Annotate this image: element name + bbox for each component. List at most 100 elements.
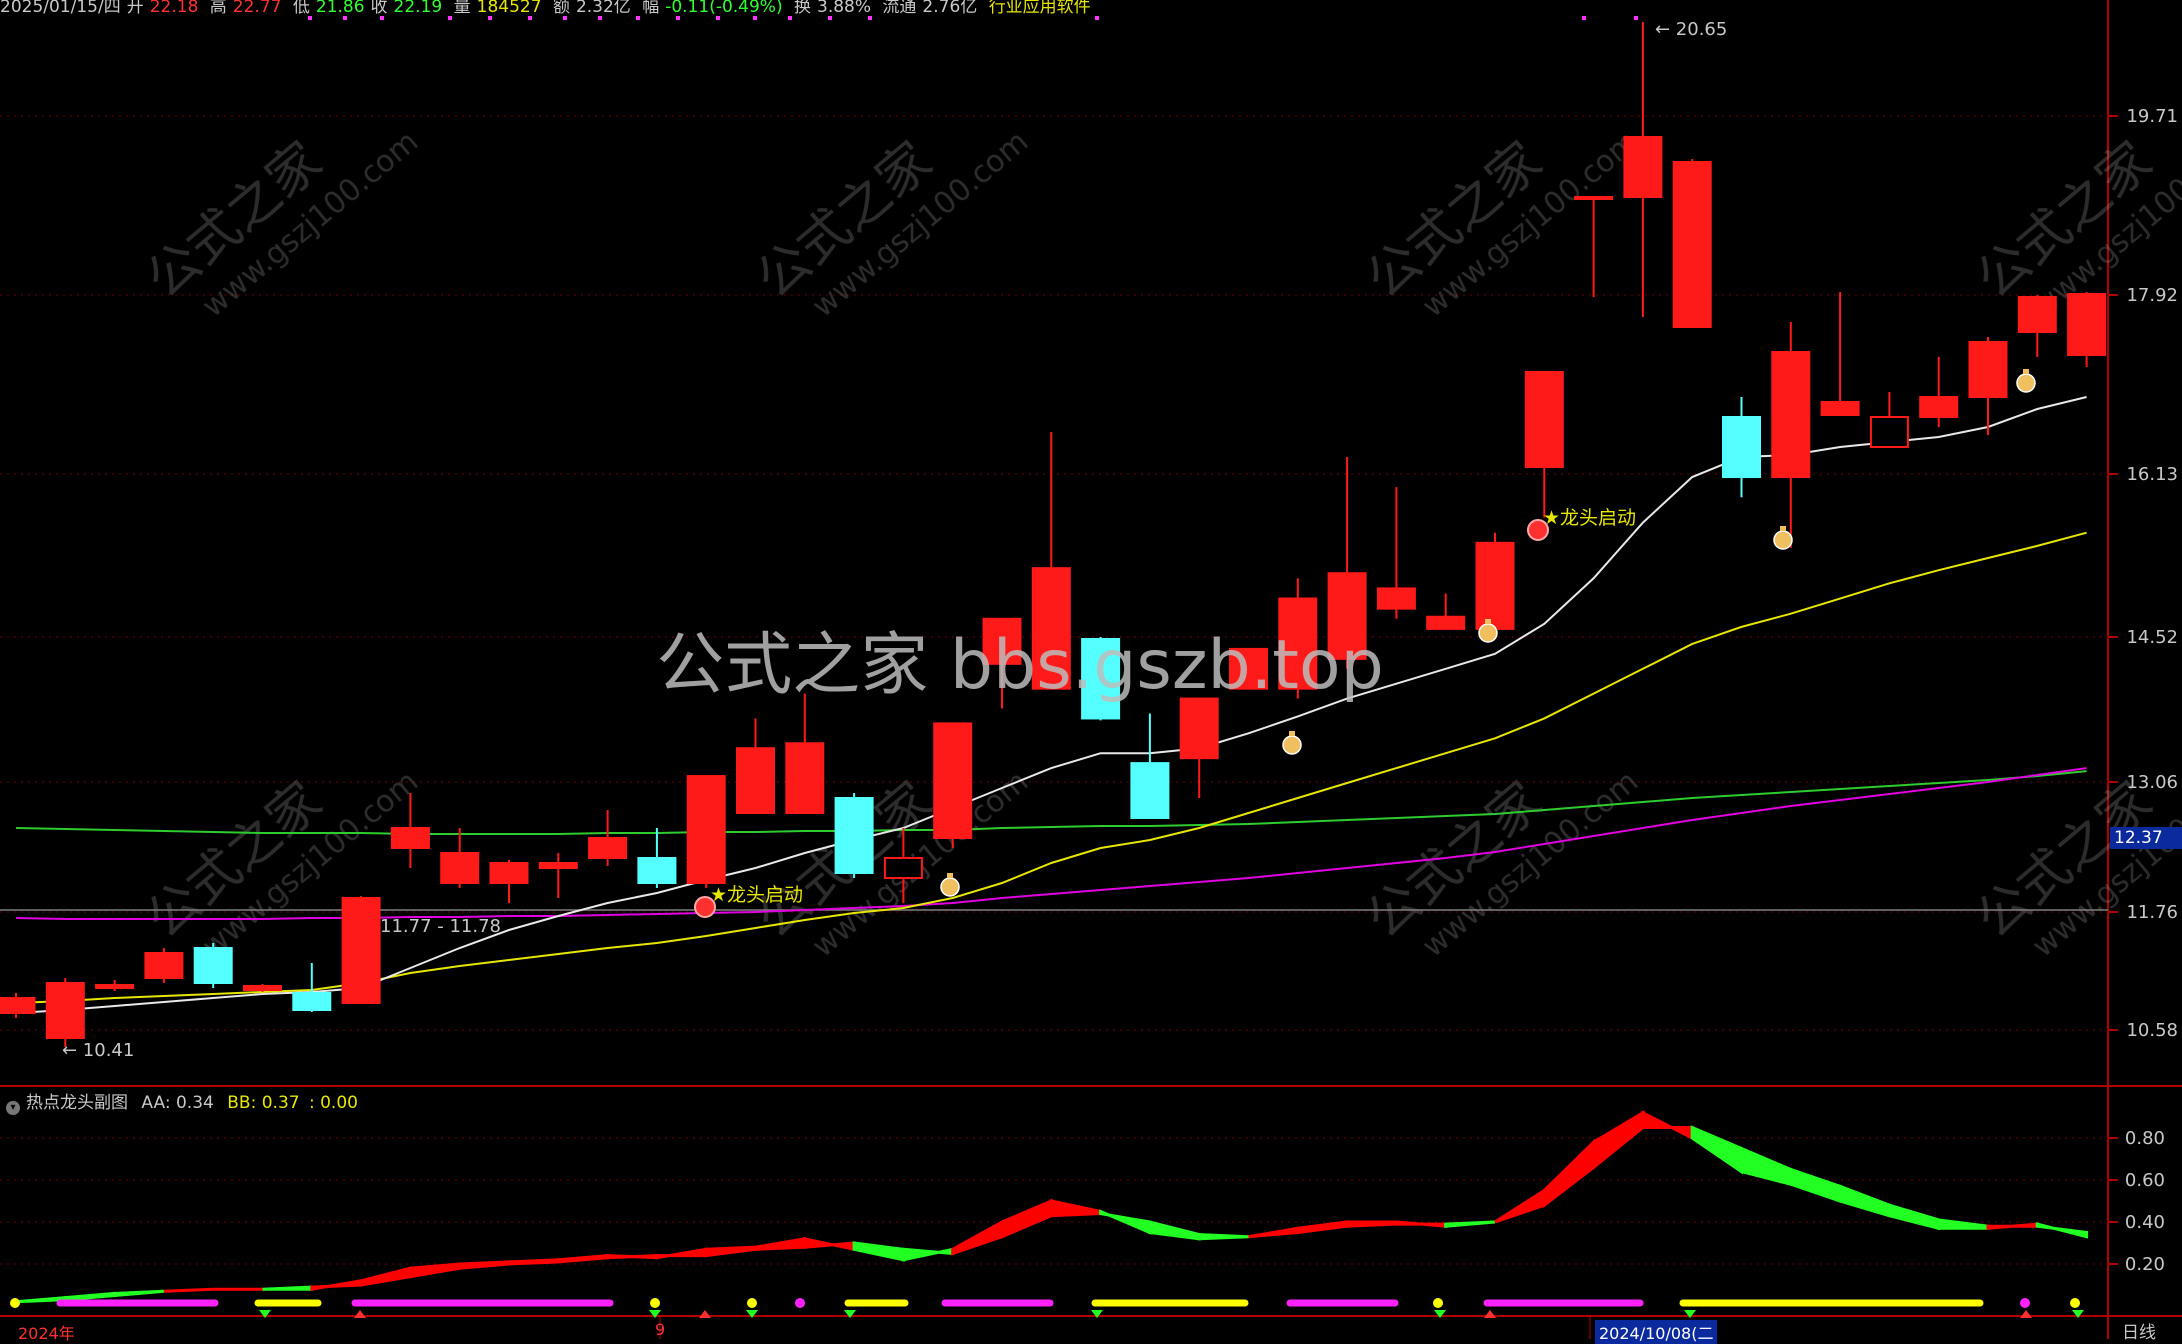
band-segment [1345, 1220, 1398, 1228]
candle-body [538, 862, 578, 869]
amount-value: 2.32亿 [575, 0, 631, 17]
band-segment [262, 1285, 314, 1291]
low-marker-label: ← 10.41 [62, 1040, 134, 1061]
candle [1672, 159, 1712, 328]
candle [193, 943, 233, 988]
candle-body [45, 982, 85, 1039]
volume-value: 184527 [476, 0, 542, 17]
chart-canvas[interactable]: 19.7117.9216.1314.5213.0611.7610.58公式之家w… [0, 0, 2182, 1339]
change-value: -0.11(-0.49%) [665, 0, 783, 17]
candle-body [95, 984, 135, 989]
candle-body [144, 952, 184, 979]
band-segment [606, 1254, 659, 1260]
candle-body [1623, 136, 1663, 198]
aa-label: AA: [141, 1093, 171, 1113]
signal-dot [2070, 1298, 2080, 1308]
indicator-panel-title: ▾ 热点龙头副图 AA: 0.34 BB: 0.37 : 0.00 [6, 1088, 358, 1115]
price-tick-label: 14.52 [2126, 627, 2178, 648]
close-label: 收 [370, 0, 388, 17]
candle [2067, 292, 2107, 367]
candle-body [292, 992, 332, 1011]
money-bag-shape [1478, 623, 1498, 643]
candle-body [736, 747, 775, 814]
open-label: 开 [126, 0, 144, 17]
candle-body [1524, 371, 1564, 468]
money-bag-shape [1282, 735, 1302, 755]
candle-body [1672, 161, 1712, 328]
candle-body [2017, 296, 2057, 333]
collapse-icon[interactable]: ▾ [6, 1101, 20, 1115]
price-tick-label: 19.71 [2126, 106, 2178, 127]
candle [834, 793, 874, 878]
candle-body [0, 997, 36, 1014]
period-label[interactable]: 日线 [2122, 1318, 2156, 1343]
candle [1475, 532, 1515, 630]
candle-body [588, 837, 628, 859]
candle-body [1574, 196, 1614, 200]
money-bag-shape [940, 877, 960, 897]
signal-label: ★龙头启动 [1543, 507, 1636, 529]
signal-dot [650, 1298, 660, 1308]
price-tick-label: 10.58 [2126, 1020, 2178, 1041]
candle-body [440, 852, 480, 884]
candle-body [1130, 762, 1170, 819]
close-value: 22.19 [393, 0, 443, 17]
signal-dot [1433, 1298, 1443, 1308]
stock-chart-window[interactable]: 19.71 17.92 16.13 14.52 13.06 11.76 10.58 公式之家 w… [0, 0, 2182, 1344]
price-tick-label: 17.92 [2126, 285, 2178, 306]
turnover-value: 3.88% [817, 0, 872, 17]
candle-body [390, 827, 430, 849]
candle-body [2067, 293, 2107, 356]
signal-dot [10, 1298, 20, 1308]
candle-body [1179, 697, 1219, 760]
candle [144, 948, 184, 983]
float-label: 流通 [882, 0, 917, 17]
bb-label: BB: [227, 1093, 257, 1113]
candle-body [1919, 396, 1959, 418]
indicator-tick-label: 0.80 [2125, 1128, 2165, 1149]
signal-dot [747, 1298, 757, 1308]
money-bag-neck [1780, 526, 1786, 531]
band-segment [1986, 1222, 2039, 1230]
quote-date: 2025/01/15/四 [0, 0, 121, 17]
amount-label: 额 [552, 0, 570, 17]
candle-body [834, 797, 874, 874]
high-marker-label: ← 20.65 [1655, 19, 1727, 40]
extra-value: : 0.00 [308, 1093, 358, 1113]
candle-body [883, 857, 923, 879]
money-bag-neck [1289, 731, 1295, 736]
signal-label: ★龙头启动 [710, 884, 803, 906]
indicator-tick-label: 0.40 [2125, 1212, 2165, 1233]
top-marker-dot [1634, 16, 1638, 20]
open-value: 22.18 [149, 0, 199, 17]
candle [933, 722, 973, 848]
low-label: 低 [292, 0, 310, 17]
price-tick-label: 16.13 [2126, 464, 2178, 485]
candle-body [933, 722, 973, 840]
band-segment [1197, 1233, 1249, 1241]
candle [45, 978, 85, 1047]
band-segment [507, 1258, 560, 1266]
indicator-tick-label: 0.20 [2125, 1254, 2165, 1275]
current-price-tag: 12.37 [2110, 827, 2182, 849]
candle-body [1968, 341, 2008, 398]
date-label-left: 2024年 [18, 1324, 75, 1343]
low-value: 21.86 [315, 0, 365, 17]
high-label: 高 [209, 0, 227, 17]
band-segment [163, 1287, 214, 1293]
volume-label: 量 [453, 0, 471, 17]
candle-body [243, 985, 282, 991]
top-marker-dot [1095, 16, 1099, 20]
range-label: 11.77 - 11.78 [380, 916, 501, 937]
float-value: 2.76亿 [922, 0, 978, 17]
money-bag-shape [1773, 530, 1793, 550]
date-label-mid: 9 [655, 1320, 666, 1339]
high-value: 22.77 [232, 0, 282, 17]
signal-dot [2020, 1298, 2030, 1308]
candle-body [1771, 351, 1811, 479]
money-bag-neck [2023, 369, 2029, 374]
candle [341, 896, 381, 1004]
candle-body [1426, 615, 1466, 630]
candle-body [1820, 401, 1860, 416]
candle-body [1869, 416, 1909, 448]
